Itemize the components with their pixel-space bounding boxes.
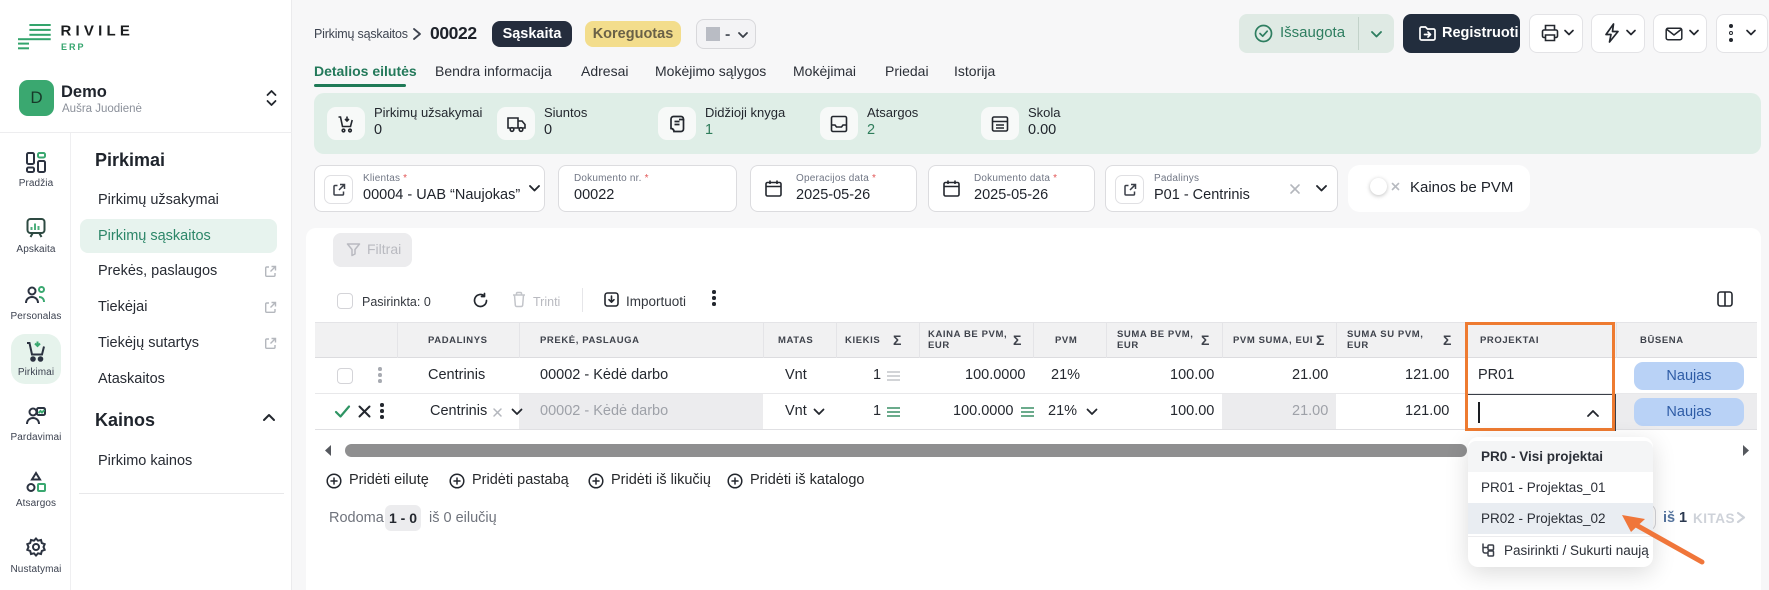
svg-text:ERP: ERP (61, 42, 86, 52)
svg-text:RIVILE: RIVILE (61, 23, 135, 40)
